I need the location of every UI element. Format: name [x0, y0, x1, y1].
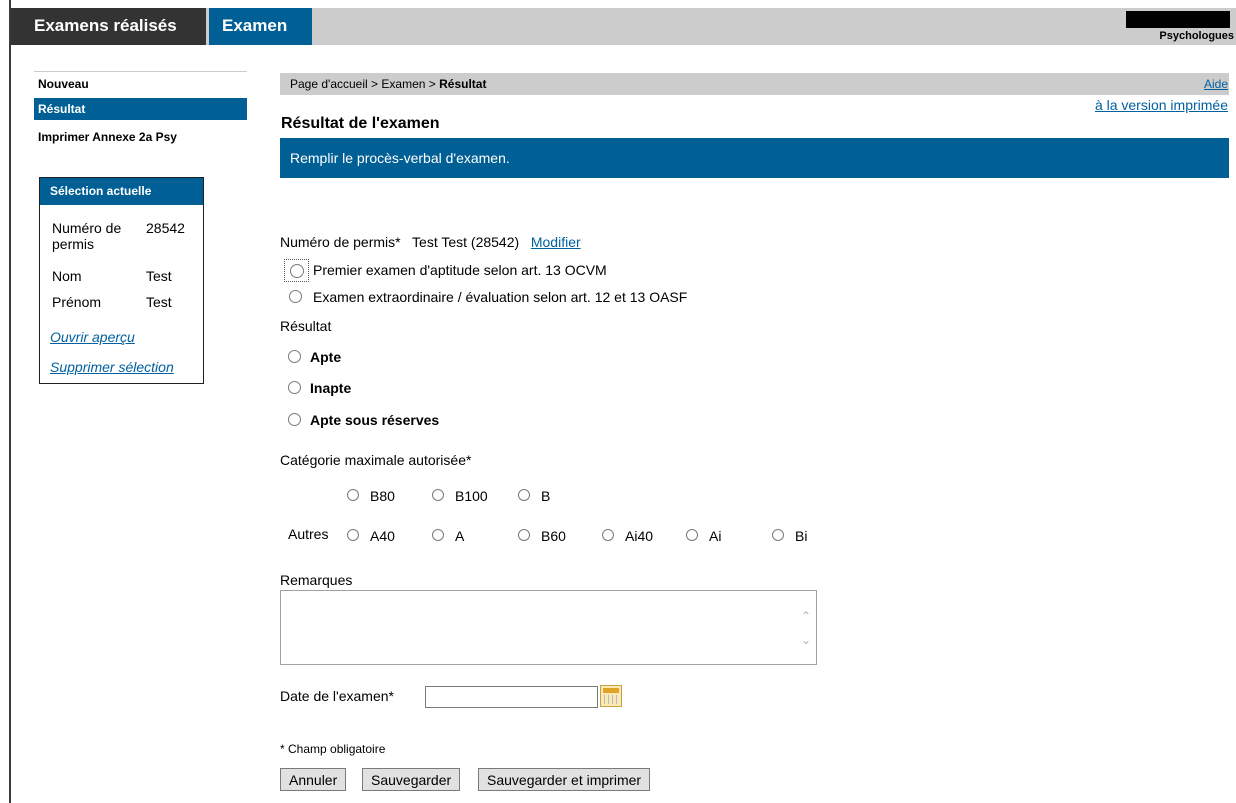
- open-preview-link[interactable]: Ouvrir aperçu: [50, 329, 135, 345]
- category-radio-a40[interactable]: [347, 529, 359, 541]
- exam-date-input[interactable]: [425, 686, 598, 708]
- category-label-b100: B100: [455, 488, 488, 504]
- category-label: Catégorie maximale autorisée*: [280, 452, 472, 468]
- firstname-value: Test: [146, 294, 172, 310]
- selection-title: Sélection actuelle: [40, 178, 203, 205]
- category-radio-a[interactable]: [432, 529, 444, 541]
- category-label-b60: B60: [541, 528, 566, 544]
- page-title: Résultat de l'examen: [281, 115, 440, 132]
- save-button[interactable]: Sauvegarder: [362, 768, 461, 791]
- category-label-b: B: [541, 488, 551, 504]
- left-border: [9, 0, 11, 803]
- sidebar-item-resultat[interactable]: Résultat: [34, 98, 247, 120]
- tab-examen[interactable]: Examen: [209, 8, 312, 45]
- permit-label: Numéro de permis*: [280, 234, 401, 250]
- date-label: Date de l'examen*: [280, 688, 394, 704]
- permit-value: Test Test (28542): [412, 234, 520, 250]
- help-link[interactable]: Aide: [1204, 77, 1228, 91]
- breadcrumb-separator: >: [371, 77, 379, 91]
- category-label-bi: Bi: [795, 528, 808, 544]
- nav-separator: [34, 71, 247, 72]
- result-label-apte-sous-reserves: Apte sous réserves: [310, 412, 440, 428]
- result-radio-inapte[interactable]: [288, 381, 301, 394]
- sidebar-item-imprimer-annexe[interactable]: Imprimer Annexe 2a Psy: [34, 126, 247, 148]
- category-label-ai: Ai: [709, 528, 722, 544]
- exam-type-label-2: Examen extraordinaire / évaluation selon…: [313, 289, 688, 305]
- name-label: Nom: [52, 268, 82, 284]
- category-radio-b100[interactable]: [432, 489, 444, 501]
- print-version-link[interactable]: à la version imprimée: [1095, 97, 1228, 113]
- category-label-b80: B80: [370, 488, 395, 504]
- delete-selection-link[interactable]: Supprimer sélection: [50, 359, 174, 375]
- result-label-inapte: Inapte: [310, 380, 352, 396]
- remarks-textarea[interactable]: ⌃ ⌄: [280, 590, 817, 665]
- breadcrumb-exam[interactable]: Examen: [381, 77, 425, 91]
- cancel-button[interactable]: Annuler: [280, 768, 347, 791]
- role-label: Psychologues: [1159, 30, 1234, 42]
- scroll-up-icon[interactable]: ⌃: [801, 609, 811, 623]
- category-radio-b80[interactable]: [347, 489, 359, 501]
- result-radio-apte-sous-reserves[interactable]: [288, 413, 301, 426]
- calendar-icon[interactable]: [600, 685, 622, 707]
- tab-examens-realises[interactable]: Examens réalisés: [11, 8, 206, 45]
- permit-line: Numéro de permis* Test Test (28542) Modi…: [280, 234, 581, 250]
- current-selection-box: Sélection actuelle Numéro de permis 2854…: [39, 177, 204, 384]
- remarks-label: Remarques: [280, 572, 353, 588]
- sidebar-item-nouveau[interactable]: Nouveau: [34, 73, 247, 95]
- breadcrumb-home[interactable]: Page d'accueil: [290, 77, 368, 91]
- modify-link[interactable]: Modifier: [531, 234, 581, 250]
- name-value: Test: [146, 268, 172, 284]
- category-radio-bi[interactable]: [772, 529, 784, 541]
- redacted-user-name: [1126, 11, 1230, 28]
- category-label-ai40: Ai40: [625, 528, 654, 544]
- permit-number-value: 28542: [146, 220, 185, 236]
- category-radio-ai40[interactable]: [602, 529, 614, 541]
- breadcrumb: Page d'accueil > Examen > Résultat: [280, 73, 1229, 95]
- breadcrumb-separator: >: [428, 77, 436, 91]
- breadcrumb-current: Résultat: [439, 77, 487, 91]
- category-label-a40: A40: [370, 528, 395, 544]
- exam-type-label-1: Premier examen d'aptitude selon art. 13 …: [313, 262, 607, 278]
- required-note: * Champ obligatoire: [280, 742, 386, 756]
- top-bar: Examens réalisés Examen Psychologues: [11, 8, 1236, 45]
- category-radio-b[interactable]: [518, 489, 530, 501]
- result-label-apte: Apte: [310, 349, 342, 365]
- instruction-banner: Remplir le procès-verbal d'examen.: [280, 138, 1229, 178]
- category-radio-b60[interactable]: [518, 529, 530, 541]
- category-radio-ai[interactable]: [686, 529, 698, 541]
- exam-type-radio-2[interactable]: [289, 290, 302, 303]
- scroll-down-icon[interactable]: ⌄: [801, 633, 811, 647]
- result-label: Résultat: [280, 318, 332, 334]
- permit-number-label: Numéro de permis: [52, 220, 122, 252]
- result-radio-apte[interactable]: [288, 350, 301, 363]
- remarks-scrollbar[interactable]: ⌃ ⌄: [798, 591, 816, 664]
- firstname-label: Prénom: [52, 294, 102, 310]
- save-and-print-button[interactable]: Sauvegarder et imprimer: [478, 768, 651, 791]
- exam-type-radio-1[interactable]: [290, 264, 304, 278]
- category-label-a: A: [455, 528, 465, 544]
- others-label: Autres: [288, 526, 329, 542]
